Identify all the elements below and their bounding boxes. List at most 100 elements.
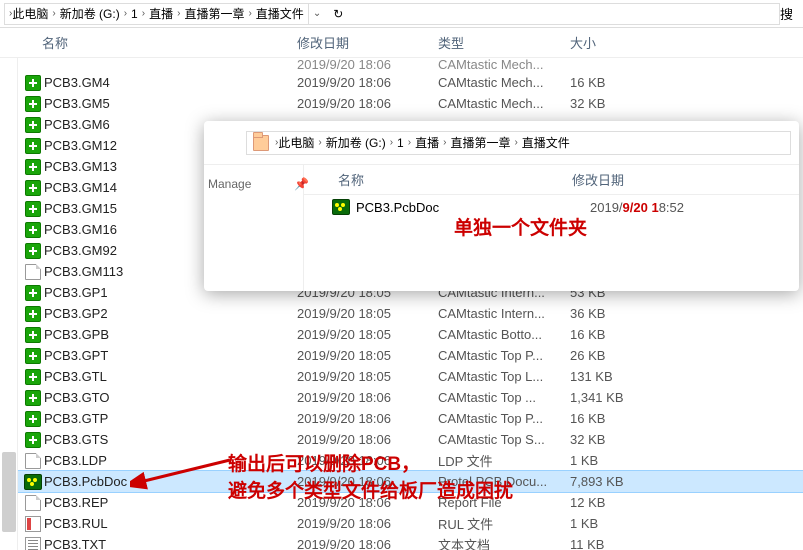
file-date: 2019/9/20 18:05 — [297, 306, 438, 321]
file-size: 16 KB — [570, 411, 670, 426]
breadcrumb-segment[interactable]: 1 — [131, 7, 138, 21]
table-row[interactable]: PCB3.GTO2019/9/20 18:06CAMtastic Top ...… — [18, 387, 803, 408]
camtastic-file-icon — [25, 327, 41, 343]
breadcrumb[interactable]: › 此电脑 › 新加卷 (G:) › 1 › 直播 › 直播第一章 › 直播文件 — [246, 131, 791, 155]
doc-file-icon — [25, 264, 41, 280]
file-name: PCB3.GM4 — [44, 75, 297, 90]
pcb-file-icon — [332, 199, 350, 215]
camtastic-file-icon — [25, 432, 41, 448]
chevron-right-icon: › — [318, 137, 321, 148]
scrollbar-thumb[interactable] — [2, 452, 16, 532]
file-date: 2019/9/20 18:06 — [297, 96, 438, 111]
file-name: PCB3.TXT — [44, 537, 297, 550]
file-name: PCB3.GTP — [44, 411, 297, 426]
breadcrumb-segment[interactable]: 1 — [397, 136, 404, 150]
table-row[interactable]: PCB3.GM52019/9/20 18:06CAMtastic Mech...… — [18, 93, 803, 114]
file-size: 32 KB — [570, 432, 670, 447]
breadcrumb-segment[interactable]: 此电脑 — [12, 5, 48, 22]
table-row[interactable]: PCB3.TXT2019/9/20 18:06文本文档11 KB — [18, 534, 803, 550]
breadcrumb-segment[interactable]: 直播第一章 — [450, 134, 510, 151]
camtastic-file-icon — [25, 201, 41, 217]
file-date: 2019/9/20 18:06 — [297, 432, 438, 447]
refresh-icon[interactable]: ↻ — [333, 7, 343, 21]
chevron-right-icon: › — [514, 137, 517, 148]
breadcrumb-segment[interactable]: 直播 — [149, 5, 173, 22]
file-name: PCB3.GTO — [44, 390, 297, 405]
pin-icon[interactable]: 📌 — [294, 177, 309, 191]
file-date: 2019/9/20 18:06 — [297, 390, 438, 405]
file-size: 16 KB — [570, 75, 670, 90]
camtastic-file-icon — [25, 369, 41, 385]
file-name: PCB3.GPT — [44, 348, 297, 363]
table-row[interactable]: 2019/9/20 18:06 CAMtastic Mech... — [18, 58, 803, 72]
chevron-right-icon: › — [52, 8, 55, 19]
column-header-date[interactable]: 修改日期 — [297, 33, 438, 52]
file-size: 11 KB — [570, 537, 670, 550]
breadcrumb-segment[interactable]: 此电脑 — [278, 134, 314, 151]
popup-explorer: › 此电脑 › 新加卷 (G:) › 1 › 直播 › 直播第一章 › 直播文件… — [204, 121, 799, 291]
annotation-text: 输出后可以删除PCB， 避免多个类型文件给板厂造成困扰 — [228, 452, 513, 505]
column-header-size[interactable]: 大小 — [570, 33, 670, 52]
file-size: 131 KB — [570, 369, 670, 384]
doc-file-icon — [25, 453, 41, 469]
column-header-type[interactable]: 类型 — [438, 33, 570, 52]
camtastic-file-icon — [25, 390, 41, 406]
chevron-right-icon: › — [142, 8, 145, 19]
column-header-date[interactable]: 修改日期 — [572, 170, 799, 189]
breadcrumb[interactable]: › 此电脑 › 新加卷 (G:) › 1 › 直播 › 直播第一章 › 直播文件… — [4, 3, 780, 25]
file-size: 12 KB — [570, 495, 670, 510]
file-type: CAMtastic Top P... — [438, 348, 570, 363]
chevron-right-icon: › — [408, 137, 411, 148]
file-date: 2019/9/20 18:06 — [297, 537, 438, 550]
breadcrumb-segment[interactable]: 新加卷 (G:) — [326, 134, 386, 151]
file-type: CAMtastic Top S... — [438, 432, 570, 447]
vertical-scrollbar[interactable] — [0, 58, 18, 550]
sidebar-label: Manage — [208, 177, 295, 191]
table-row[interactable]: PCB3.GP22019/9/20 18:05CAMtastic Intern.… — [18, 303, 803, 324]
file-type: CAMtastic Top ... — [438, 390, 570, 405]
camtastic-file-icon — [25, 306, 41, 322]
file-name: PCB3.GPB — [44, 327, 297, 342]
file-date: 2019/9/20 18:06 — [297, 516, 438, 531]
file-type: CAMtastic Top P... — [438, 411, 570, 426]
camtastic-file-icon — [25, 411, 41, 427]
column-headers: 名称 修改日期 类型 大小 — [0, 28, 803, 58]
table-row[interactable]: PCB3.GPT2019/9/20 18:05CAMtastic Top P..… — [18, 345, 803, 366]
breadcrumb-segment[interactable]: 直播文件 — [522, 134, 570, 151]
table-row[interactable]: PCB3.GTP2019/9/20 18:06CAMtastic Top P..… — [18, 408, 803, 429]
breadcrumb-segment[interactable]: 直播第一章 — [184, 5, 244, 22]
breadcrumb-segment[interactable]: 直播 — [415, 134, 439, 151]
breadcrumb-segment[interactable]: 直播文件 — [256, 5, 304, 22]
file-type: RUL 文件 — [438, 514, 570, 533]
camtastic-file-icon — [25, 285, 41, 301]
file-name: PCB3.GM5 — [44, 96, 297, 111]
table-row[interactable]: PCB3.GTL2019/9/20 18:05CAMtastic Top L..… — [18, 366, 803, 387]
doc-file-icon — [25, 495, 41, 511]
file-name: PCB3.RUL — [44, 516, 297, 531]
chevron-right-icon: › — [390, 137, 393, 148]
file-type: CAMtastic Botto... — [438, 327, 570, 342]
table-row[interactable]: PCB3.GM42019/9/20 18:06CAMtastic Mech...… — [18, 72, 803, 93]
popup-address-bar: › 此电脑 › 新加卷 (G:) › 1 › 直播 › 直播第一章 › 直播文件 — [204, 121, 799, 165]
column-header-name[interactable]: 名称 — [304, 170, 572, 189]
file-size: 1 KB — [570, 453, 670, 468]
table-row[interactable]: PCB3.GPB2019/9/20 18:05CAMtastic Botto..… — [18, 324, 803, 345]
file-size: 32 KB — [570, 96, 670, 111]
file-type: CAMtastic Mech... — [438, 75, 570, 90]
column-header-name[interactable]: 名称 — [0, 33, 297, 52]
breadcrumb-segment[interactable]: 新加卷 (G:) — [60, 5, 120, 22]
popup-column-headers: 名称 修改日期 — [304, 165, 799, 195]
file-size: 1,341 KB — [570, 390, 670, 405]
breadcrumb-dropdown[interactable]: ⌄ — [308, 4, 325, 24]
table-row[interactable]: PCB3.GTS2019/9/20 18:06CAMtastic Top S..… — [18, 429, 803, 450]
chevron-right-icon: › — [248, 8, 251, 19]
camtastic-file-icon — [25, 222, 41, 238]
file-date: 2019/9/20 18:05 — [297, 327, 438, 342]
chevron-down-icon: ⌄ — [313, 8, 321, 19]
search-hint[interactable]: 搜 — [780, 4, 799, 23]
table-row[interactable]: PCB3.RUL2019/9/20 18:06RUL 文件1 KB — [18, 513, 803, 534]
file-size: 16 KB — [570, 327, 670, 342]
chevron-right-icon: › — [124, 8, 127, 19]
camtastic-file-icon — [25, 243, 41, 259]
pcb-file-icon — [24, 474, 42, 490]
